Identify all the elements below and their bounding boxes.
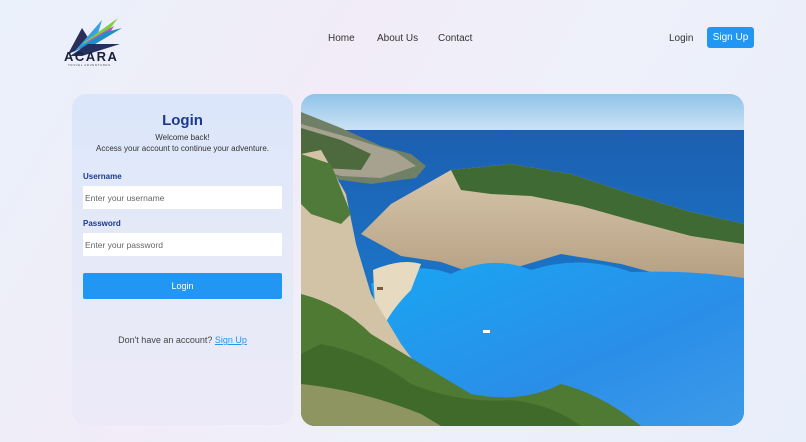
signup-button[interactable]: Sign Up — [707, 27, 754, 48]
login-submit-button[interactable]: Login — [83, 273, 282, 299]
nav-about[interactable]: About Us — [377, 33, 418, 44]
nav-contact[interactable]: Contact — [438, 33, 472, 44]
password-label: Password — [83, 219, 121, 228]
username-label: Username — [83, 172, 122, 181]
hero-beach-image — [301, 94, 744, 426]
brand-tagline: TRAVEL ADVENTURES — [68, 63, 111, 67]
login-title: Login — [162, 112, 203, 129]
username-input[interactable] — [83, 186, 282, 209]
nav-login[interactable]: Login — [669, 33, 693, 44]
signup-prompt: Don't have an account? Sign Up — [72, 335, 293, 345]
brand-name: ACARA — [64, 49, 119, 64]
welcome-subtitle: Access your account to continue your adv… — [96, 144, 269, 153]
signup-link[interactable]: Sign Up — [215, 335, 247, 345]
nav-home[interactable]: Home — [328, 33, 355, 44]
welcome-text: Welcome back! — [155, 133, 210, 142]
password-input[interactable] — [83, 233, 282, 256]
no-account-text: Don't have an account? — [118, 335, 213, 345]
login-card: Login Welcome back! Access your account … — [72, 94, 293, 425]
